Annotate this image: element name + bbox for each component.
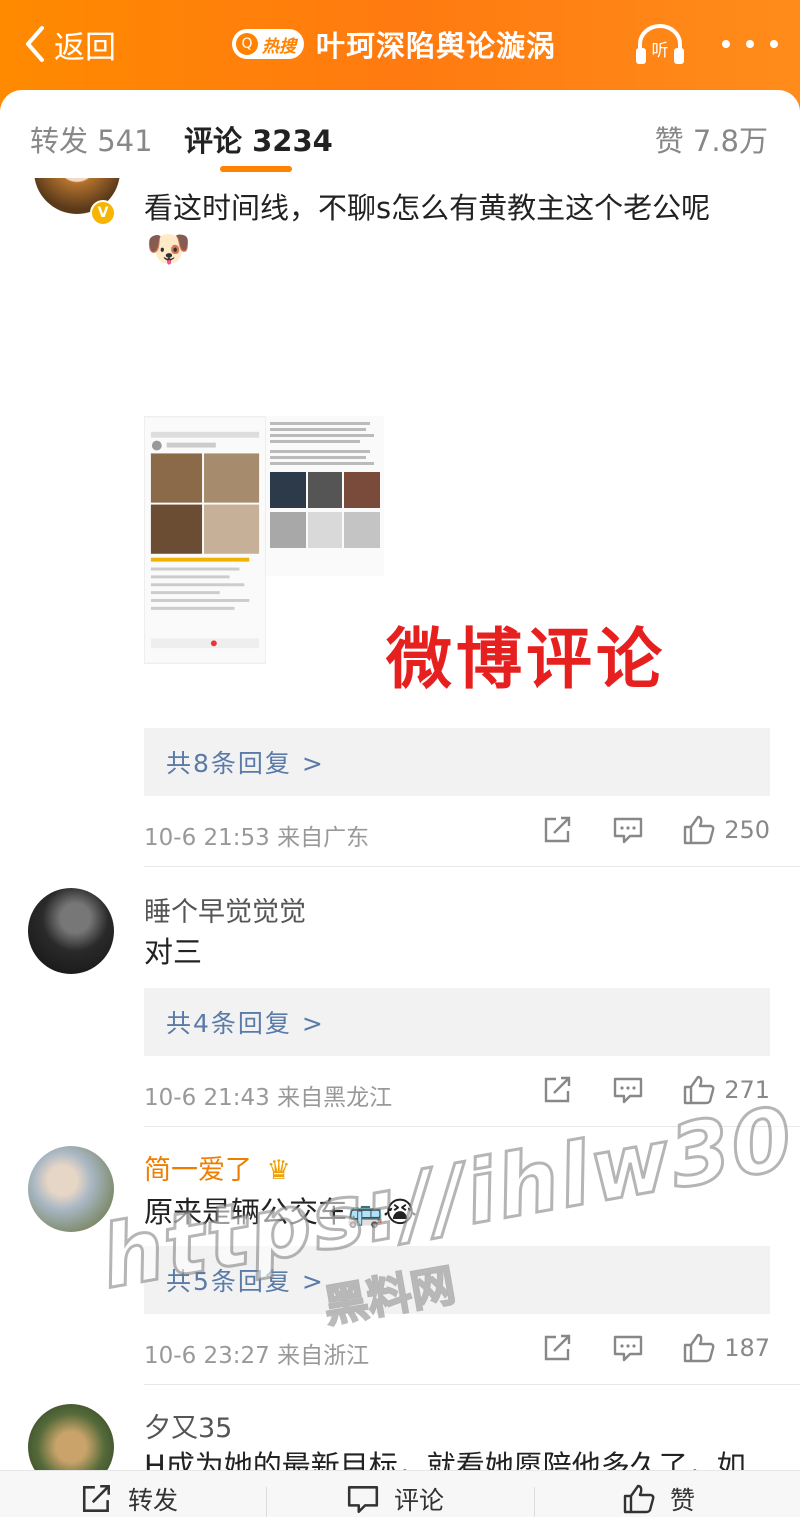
divider	[144, 1384, 800, 1385]
comments-panel: 转发 541 评论 3234 赞 7.8万 V 看这时间线，不聊s怎么有黄教主这…	[0, 90, 800, 1490]
comment-list[interactable]: V 看这时间线，不聊s怎么有黄教主这个老公呢 🐶 微博评论 共8条回复 > 10…	[0, 178, 800, 1472]
divider	[266, 1487, 267, 1517]
thumbs-up-icon	[683, 815, 715, 845]
listen-button[interactable]: 听	[632, 22, 688, 66]
chevron-left-icon	[26, 26, 44, 62]
avatar[interactable]	[28, 888, 114, 974]
replies-link[interactable]: 共8条回复 >	[144, 728, 770, 796]
share-icon	[82, 1484, 110, 1512]
comment-actions: 271	[542, 1074, 770, 1106]
timeline-thumbnail	[266, 416, 384, 576]
hot-search-icon: Q	[236, 33, 258, 55]
comment-meta: 10-6 23:27 来自浙江	[144, 1343, 370, 1369]
comment-author[interactable]: 夕又35	[144, 1406, 232, 1445]
comment-icon	[347, 1486, 379, 1514]
divider	[144, 866, 800, 867]
bus-cry-emoji: 🚌😭	[347, 1195, 418, 1229]
thumbs-up-icon	[623, 1484, 655, 1514]
comment-text: H成为她的最新目标，就看她愿陪他多久了，如果有更高一级的目标出现，估计也是前夫哥…	[144, 1449, 746, 1472]
doge-emoji: 🐶	[146, 229, 191, 270]
crown-icon: ♛	[266, 1155, 291, 1186]
share-icon[interactable]	[542, 1333, 574, 1363]
comment-author[interactable]: 简一爱了 ♛	[144, 1148, 291, 1187]
title-text: 叶珂深陷舆论漩涡	[316, 29, 557, 63]
bottom-comment-label: 评论	[394, 1486, 445, 1515]
like-count: 250	[724, 816, 770, 844]
share-icon[interactable]	[542, 1075, 574, 1105]
image-overlay-text: 微博评论	[386, 621, 666, 698]
thumbs-up-icon	[683, 1333, 715, 1363]
comment-icon[interactable]	[612, 815, 644, 845]
like-count: 271	[724, 1076, 770, 1104]
like-count: 187	[724, 1334, 770, 1362]
like-button[interactable]: 250	[682, 814, 770, 846]
verified-icon: V	[90, 200, 116, 226]
replies-link[interactable]: 共5条回复 >	[144, 1246, 770, 1314]
like-button[interactable]: 187	[682, 1332, 770, 1364]
tab-active-indicator	[220, 166, 292, 172]
headphones-icon: 听	[636, 24, 684, 64]
tab-comment[interactable]: 评论 3234	[184, 118, 333, 160]
bottom-action-bar: 转发 评论 赞	[0, 1470, 800, 1517]
comment-text: 原来是辆公交车🚌😭	[144, 1195, 418, 1229]
thumbs-up-icon	[683, 1075, 715, 1105]
comment-text: 看这时间线，不聊s怎么有黄教主这个老公呢	[144, 191, 711, 225]
bottom-forward-button[interactable]: 转发	[80, 1481, 178, 1517]
comment-actions: 187	[542, 1332, 770, 1364]
comment-meta: 10-6 21:53 来自广东	[144, 825, 370, 851]
comment-author[interactable]: 睡个早觉觉觉	[144, 890, 306, 929]
page-title: Q 热搜 叶珂深陷舆论漩涡	[232, 24, 556, 64]
tab-forward[interactable]: 转发 541	[30, 118, 153, 160]
tab-bar: 转发 541 评论 3234 赞 7.8万	[0, 90, 800, 178]
hot-search-badge[interactable]: Q 热搜	[232, 29, 304, 59]
share-icon[interactable]	[542, 815, 574, 845]
screenshot-thumbnail	[144, 416, 266, 664]
back-button[interactable]: 返回	[22, 22, 116, 66]
listen-label: 听	[652, 41, 669, 61]
comment-icon[interactable]	[612, 1075, 644, 1105]
like-button[interactable]: 271	[682, 1074, 770, 1106]
comment-meta: 10-6 21:43 来自黑龙江	[144, 1085, 393, 1111]
bottom-forward-label: 转发	[128, 1486, 179, 1515]
comment-actions: 250	[542, 814, 770, 846]
more-icon[interactable]	[722, 30, 778, 58]
comment-text: 对三	[144, 935, 203, 969]
comment-image[interactable]: 微博评论	[144, 416, 770, 698]
comment-icon[interactable]	[612, 1333, 644, 1363]
replies-link[interactable]: 共4条回复 >	[144, 988, 770, 1056]
divider	[534, 1487, 535, 1517]
tab-like[interactable]: 赞 7.8万	[655, 118, 768, 160]
back-label: 返回	[54, 29, 116, 66]
divider	[144, 1126, 800, 1127]
avatar[interactable]	[28, 1146, 114, 1232]
bottom-comment-button[interactable]: 评论	[346, 1481, 444, 1517]
bottom-like-button[interactable]: 赞	[622, 1481, 695, 1517]
avatar[interactable]	[28, 1404, 114, 1472]
bottom-like-label: 赞	[670, 1486, 696, 1515]
hot-search-label: 热搜	[262, 36, 296, 57]
